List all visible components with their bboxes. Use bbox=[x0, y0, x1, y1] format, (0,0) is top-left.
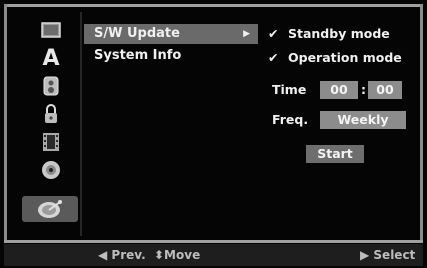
navigation-hint-bar: ◀ Prev. ⬍Move ▶ Select bbox=[4, 244, 423, 266]
standby-mode-option[interactable]: ✔ Standby mode bbox=[268, 24, 390, 44]
operation-mode-label: Operation mode bbox=[288, 50, 402, 65]
time-hours-field[interactable]: 00 bbox=[320, 81, 358, 99]
freq-select[interactable]: Weekly bbox=[320, 111, 406, 129]
check-icon: ✔ bbox=[268, 50, 279, 65]
lock-icon[interactable] bbox=[28, 100, 74, 128]
menu-item-label: System Info bbox=[94, 48, 182, 63]
right-frame-bar bbox=[420, 4, 423, 240]
sw-update-panel: ✔ Standby mode ✔ Operation mode Time 00 : … bbox=[268, 20, 418, 220]
time-separator: : bbox=[361, 82, 366, 97]
language-icon[interactable]: A bbox=[28, 44, 74, 72]
time-minutes-field[interactable]: 00 bbox=[368, 81, 402, 99]
menu-item-sw-update[interactable]: S/W Update ▶ bbox=[84, 24, 258, 44]
select-hint: ▶ Select bbox=[360, 248, 416, 262]
move-hint: ⬍Move bbox=[154, 248, 201, 262]
column-divider bbox=[80, 12, 82, 236]
disc-icon[interactable] bbox=[28, 156, 74, 184]
category-icon-column: A bbox=[22, 16, 78, 236]
settings-screen: A S/W Update ▶ System Info ✔ Standby mod… bbox=[0, 0, 427, 268]
submenu-arrow-icon: ▶ bbox=[243, 29, 250, 39]
audio-icon[interactable] bbox=[28, 72, 74, 100]
top-frame-bar bbox=[4, 4, 423, 7]
satellite-icon[interactable] bbox=[22, 196, 78, 222]
screen-icon[interactable] bbox=[28, 16, 74, 44]
prev-hint: ◀ Prev. bbox=[98, 248, 146, 262]
menu-item-label: S/W Update bbox=[94, 26, 180, 41]
time-label: Time bbox=[272, 82, 307, 97]
operation-mode-option[interactable]: ✔ Operation mode bbox=[268, 48, 402, 68]
film-icon[interactable] bbox=[28, 128, 74, 156]
left-frame-bar bbox=[4, 4, 7, 240]
standby-mode-label: Standby mode bbox=[288, 26, 390, 41]
start-button[interactable]: Start bbox=[306, 145, 364, 163]
menu-item-system-info[interactable]: System Info bbox=[84, 46, 258, 66]
bottom-frame-bar bbox=[4, 240, 423, 243]
freq-label: Freq. bbox=[272, 112, 309, 127]
check-icon: ✔ bbox=[268, 26, 279, 41]
